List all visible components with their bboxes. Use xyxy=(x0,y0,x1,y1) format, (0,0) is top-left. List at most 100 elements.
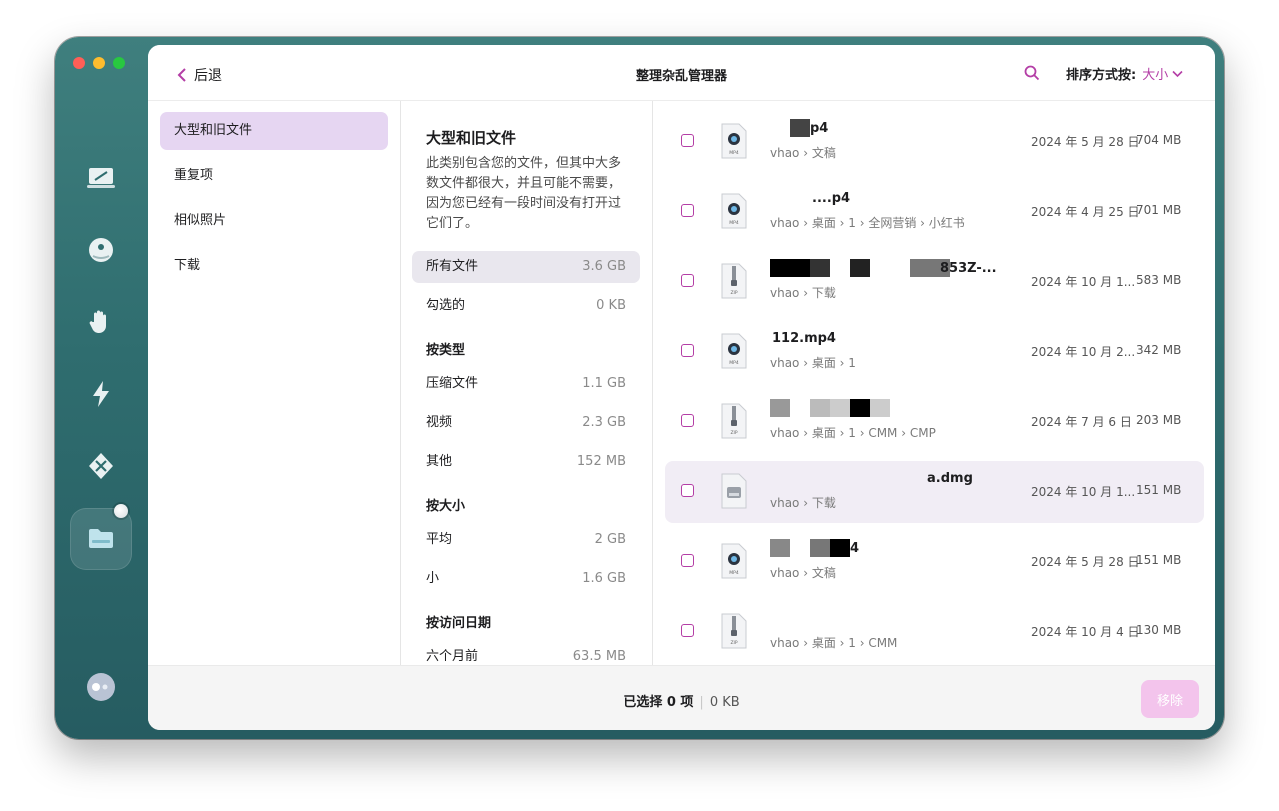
category-duplicates[interactable]: 重复项 xyxy=(160,157,388,195)
cleanup-icon[interactable] xyxy=(83,232,119,268)
filter-other[interactable]: 其他 152 MB xyxy=(412,446,640,478)
redaction-block xyxy=(770,399,790,417)
file-row[interactable]: MP4 p4 vhao › 文稿 2024 年 5 月 28 日 704 MB xyxy=(665,111,1204,173)
sort-label: 排序方式按: xyxy=(1066,68,1137,83)
mp4-file-icon: MP4 xyxy=(721,193,747,229)
zip-file-icon: ZIP xyxy=(721,613,747,649)
filter-six-months-ago[interactable]: 六个月前 63.5 MB xyxy=(412,641,640,665)
close-window-button[interactable] xyxy=(73,57,85,69)
section-description: 此类别包含您的文件，但其中大多数文件都很大，并且可能不需要，因为您已经有一段时间… xyxy=(426,156,622,231)
svg-text:MP4: MP4 xyxy=(729,150,739,156)
filter-size: 2.3 GB xyxy=(582,415,626,430)
filter-checked[interactable]: 勾选的 0 KB xyxy=(412,290,640,322)
svg-text:ZIP: ZIP xyxy=(730,640,737,646)
file-checkbox[interactable] xyxy=(681,624,694,637)
filter-videos[interactable]: 视频 2.3 GB xyxy=(412,407,640,439)
file-row[interactable]: ZIP vhao › 桌面 › 1 › CMM › CMP 2024 年 7 月… xyxy=(665,391,1204,453)
file-checkbox[interactable] xyxy=(681,134,694,147)
file-date: 2024 年 5 月 28 日 xyxy=(1031,555,1140,569)
file-path: vhao › 文稿 xyxy=(770,566,836,580)
filter-size: 1.1 GB xyxy=(582,376,626,391)
sort-dropdown[interactable]: 大小 xyxy=(1142,64,1183,83)
file-checkbox[interactable] xyxy=(681,344,694,357)
file-path: vhao › 桌面 › 1 › CMM xyxy=(770,636,898,650)
svg-text:ZIP: ZIP xyxy=(730,290,737,296)
file-checkbox[interactable] xyxy=(681,274,694,287)
file-checkbox[interactable] xyxy=(681,484,694,497)
filter-group-by-type: 按类型 xyxy=(426,343,466,358)
file-row[interactable]: MP4 112.mp4 vhao › 桌面 › 1 2024 年 10 月 2.… xyxy=(665,321,1204,383)
window-title: 整理杂乱管理器 xyxy=(635,69,727,84)
filter-size: 63.5 MB xyxy=(572,649,626,664)
chevron-down-icon xyxy=(1172,70,1183,77)
mp4-file-icon: MP4 xyxy=(721,333,747,369)
file-date: 2024 年 7 月 6 日 xyxy=(1031,415,1132,429)
filter-all-files[interactable]: 所有文件 3.6 GB xyxy=(412,251,640,283)
file-path: vhao › 下载 xyxy=(770,496,836,510)
files-folder-icon[interactable] xyxy=(83,520,119,556)
file-size: 704 MB xyxy=(1136,133,1182,147)
main-panel: 后退 整理杂乱管理器 排序方式按: 大小 大型和旧文件 重复项 相似照片 下载 … xyxy=(148,45,1215,730)
protection-hand-icon[interactable] xyxy=(83,304,119,340)
selection-summary: 已选择 0 项 | 0 KB xyxy=(148,691,1215,710)
file-size: 701 MB xyxy=(1136,203,1182,217)
redaction-block xyxy=(850,259,870,277)
redaction-block xyxy=(770,259,810,277)
filter-label: 平均 xyxy=(426,532,453,547)
performance-bolt-icon[interactable] xyxy=(83,376,119,412)
section-heading: 大型和旧文件 xyxy=(426,129,517,147)
file-checkbox[interactable] xyxy=(681,554,694,567)
redaction-block xyxy=(850,399,870,417)
redaction-block xyxy=(790,119,810,137)
category-similar-photos[interactable]: 相似照片 xyxy=(160,202,388,240)
filter-group-by-access-date: 按访问日期 xyxy=(426,616,492,631)
file-checkbox[interactable] xyxy=(681,414,694,427)
filter-label: 视频 xyxy=(426,415,453,430)
filter-average[interactable]: 平均 2 GB xyxy=(412,524,640,556)
filter-label: 其他 xyxy=(426,454,453,469)
mp4-file-icon: MP4 xyxy=(721,543,747,579)
redaction-block xyxy=(770,539,790,557)
search-icon[interactable] xyxy=(1024,65,1040,81)
file-row[interactable]: MP4 4 vhao › 文稿 2024 年 5 月 28 日 151 MB xyxy=(665,531,1204,593)
minimize-window-button[interactable] xyxy=(93,57,105,69)
smart-scan-icon[interactable] xyxy=(83,160,119,196)
toolbar: 后退 整理杂乱管理器 排序方式按: 大小 xyxy=(148,45,1215,101)
selected-count: 已选择 0 项 xyxy=(623,695,694,710)
activity-indicator xyxy=(114,504,128,518)
file-path: vhao › 桌面 › 1 › CMM › CMP xyxy=(770,426,936,440)
category-large-old-files[interactable]: 大型和旧文件 xyxy=(160,112,388,150)
remove-button[interactable]: 移除 xyxy=(1141,680,1199,718)
svg-text:ZIP: ZIP xyxy=(730,430,737,436)
filter-archives[interactable]: 压缩文件 1.1 GB xyxy=(412,368,640,400)
app-window: 后退 整理杂乱管理器 排序方式按: 大小 大型和旧文件 重复项 相似照片 下载 … xyxy=(55,37,1224,739)
filter-small[interactable]: 小 1.6 GB xyxy=(412,563,640,595)
assistant-icon[interactable] xyxy=(83,669,119,705)
redaction-block xyxy=(810,399,830,417)
redaction-block xyxy=(810,259,830,277)
applications-icon[interactable] xyxy=(83,448,119,484)
redaction-block xyxy=(830,539,850,557)
file-name: p4 xyxy=(810,121,829,136)
file-checkbox[interactable] xyxy=(681,204,694,217)
redaction-block xyxy=(870,399,890,417)
sort-control: 排序方式按: 大小 xyxy=(1066,64,1183,83)
file-date: 2024 年 4 月 25 日 xyxy=(1031,205,1140,219)
file-row[interactable]: MP4 ....p4 vhao › 桌面 › 1 › 全网营销 › 小红书 20… xyxy=(665,181,1204,243)
file-row[interactable]: ZIP vhao › 桌面 › 1 › CMM 2024 年 10 月 4 日 … xyxy=(665,601,1204,663)
filter-label: 所有文件 xyxy=(426,259,479,274)
zoom-window-button[interactable] xyxy=(113,57,125,69)
svg-text:MP4: MP4 xyxy=(729,220,739,226)
file-list: MP4 p4 vhao › 文稿 2024 年 5 月 28 日 704 MB … xyxy=(653,101,1215,665)
filter-size: 2 GB xyxy=(594,532,626,547)
file-name: a.dmg xyxy=(927,471,973,486)
file-row[interactable]: ZIP 853Z-... vhao › 下载 2024 年 10 月 1... … xyxy=(665,251,1204,313)
file-date: 2024 年 10 月 1... xyxy=(1031,275,1136,289)
filter-label: 小 xyxy=(426,571,440,586)
filter-size: 3.6 GB xyxy=(582,259,626,274)
category-downloads[interactable]: 下载 xyxy=(160,247,388,285)
filter-label: 压缩文件 xyxy=(426,376,479,391)
filter-size: 0 KB xyxy=(596,298,626,313)
file-row-hovered[interactable]: a.dmg vhao › 下载 2024 年 10 月 1... 151 MB xyxy=(665,461,1204,523)
filter-label: 勾选的 xyxy=(426,298,466,313)
